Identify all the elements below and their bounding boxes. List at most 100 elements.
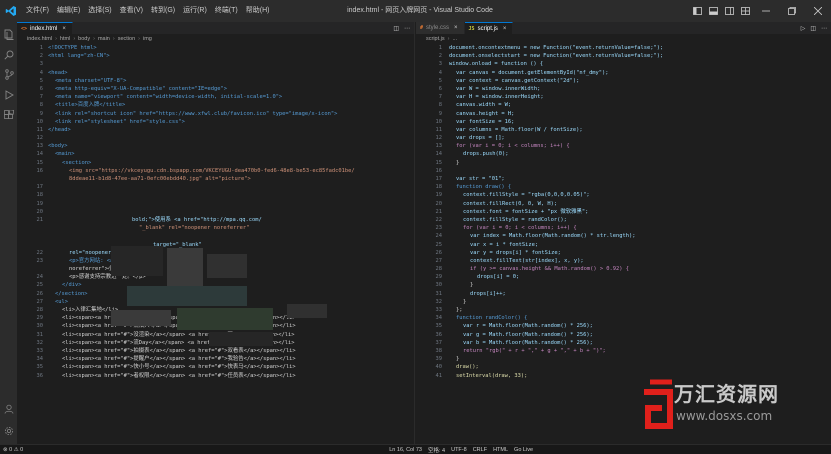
split-editor-icon[interactable]: ◫ — [810, 25, 816, 32]
line-number: 28 — [435, 266, 443, 273]
toggle-panel-icon[interactable] — [707, 0, 719, 22]
code-text: function draw() { — [456, 184, 512, 191]
minimize-icon[interactable] — [753, 0, 779, 22]
line-number: 6 — [39, 85, 43, 92]
code-line: 2 <html lang="zh-CN"> — [17, 52, 414, 60]
code-line: 9 canvas.height = H; — [416, 110, 831, 118]
code-line: 38 return "rgb(" + r + "," + g + "," + b … — [416, 347, 831, 355]
editor-tab[interactable]: JS script.js × — [464, 22, 514, 34]
restore-icon[interactable] — [779, 0, 805, 22]
toggle-secondary-sidebar-icon[interactable] — [723, 0, 735, 22]
status-item[interactable]: UTF-8 — [448, 447, 470, 453]
more-actions-icon[interactable]: ⋯ — [821, 25, 827, 32]
split-editor-icon[interactable]: ◫ — [393, 25, 399, 32]
breadcrumb-right: script.js ›... — [416, 34, 831, 44]
account-icon[interactable] — [0, 400, 17, 417]
code-line: 10 var fontSize = 16; — [416, 118, 831, 126]
code-line: 25 var x = i * fontSize; — [416, 241, 831, 249]
status-item[interactable]: HTML — [490, 447, 511, 453]
code-text: }; — [456, 307, 463, 313]
breadcrumb-item[interactable]: index.html — [27, 36, 52, 42]
line-number: 29 — [36, 315, 44, 322]
line-number: 25 — [36, 282, 44, 289]
line-number: 39 — [435, 356, 443, 363]
code-line: target="_blank" — [17, 241, 414, 249]
line-number: 5 — [438, 77, 442, 84]
breadcrumb-item[interactable]: section — [118, 36, 135, 42]
explorer-icon[interactable] — [0, 26, 17, 43]
run-debug-icon[interactable] — [0, 86, 17, 103]
code-text: var fontSize = 16; — [456, 118, 515, 125]
code-text: var y = drops[i] * fontSize; — [470, 249, 561, 256]
line-number: 4 — [438, 69, 442, 76]
editor-tab[interactable]: # style.css × — [416, 22, 465, 34]
breadcrumb-item[interactable]: body — [78, 36, 90, 42]
code-left[interactable]: 1 <!DOCTYPE html> 2 <html lang="zh-CN"> 3 4 <h… — [17, 44, 414, 444]
pixelated-region — [111, 246, 163, 276]
code-text: var g = Math.floor(Math.random() * 256); — [463, 331, 593, 338]
tab-close-icon[interactable]: × — [454, 25, 458, 31]
tab-close-icon[interactable]: × — [62, 26, 66, 32]
code-text: } — [463, 298, 467, 305]
menu-item[interactable]: 查看(V) — [116, 0, 147, 22]
line-number: 3 — [39, 61, 43, 68]
status-item[interactable]: CRLF — [470, 447, 490, 453]
menu-item[interactable]: 终端(T) — [211, 0, 242, 22]
code-text: <body> — [48, 143, 68, 150]
settings-gear-icon[interactable] — [0, 422, 17, 439]
code-line: 7 <meta name="viewport" content="width=de… — [17, 93, 414, 101]
status-item[interactable]: Ln 16, Col 73 — [386, 447, 425, 453]
menu-item[interactable]: 编辑(E) — [53, 0, 84, 22]
code-line: 27 context.fillText(str[index], x, y); — [416, 257, 831, 265]
code-text: <li><span><a href="#">快小号</a></span> <a … — [62, 364, 296, 371]
menu-item[interactable]: 帮助(H) — [242, 0, 274, 22]
line-number: 3 — [438, 61, 442, 68]
run-code-icon[interactable]: ▷ — [801, 25, 806, 32]
code-line: 17 var str = "01"; — [416, 175, 831, 183]
menu-item[interactable]: 转到(G) — [147, 0, 179, 22]
code-text: <meta http-equiv="X-UA-Compatible" conte… — [55, 85, 228, 92]
customize-layout-icon[interactable] — [739, 0, 751, 22]
breadcrumb-separator-icon: › — [447, 36, 450, 42]
code-text: drops[i] = 0; — [477, 274, 520, 281]
code-line: 16 — [416, 167, 831, 175]
code-text: drops[i]++; — [470, 290, 506, 297]
line-number: 8 — [438, 102, 442, 109]
status-item[interactable]: 空格: 4 — [425, 446, 448, 454]
breadcrumb-item[interactable]: script.js — [426, 36, 445, 42]
status-item[interactable]: ⊗ 0 ⚠ 0 — [0, 447, 26, 453]
code-text: <main> — [55, 151, 75, 158]
breadcrumb-item[interactable]: img — [143, 36, 152, 42]
code-line: 3 window.onload = function () { — [416, 60, 831, 68]
menu-item[interactable]: 文件(F) — [22, 0, 53, 22]
status-item[interactable]: Go Live — [511, 447, 536, 453]
extensions-icon[interactable] — [0, 106, 17, 123]
line-number: 1 — [39, 45, 43, 51]
breadcrumb-left: index.html › html › body › main › section › img — [17, 34, 414, 44]
search-icon[interactable] — [0, 46, 17, 63]
tab-close-icon[interactable]: × — [503, 26, 507, 32]
menu-item[interactable]: 选择(S) — [84, 0, 115, 22]
editor-tab[interactable]: <> index.html × — [17, 22, 73, 34]
toggle-primary-sidebar-icon[interactable] — [691, 0, 703, 22]
breadcrumb-item[interactable]: ... — [452, 36, 457, 42]
code-text: <li><span><a href="#">提醒户</a></span> <a … — [62, 356, 296, 363]
line-number: 24 — [435, 233, 443, 240]
breadcrumb-item[interactable]: main — [98, 36, 110, 42]
line-number: 6 — [438, 85, 442, 92]
code-line: 34 <li><span><a href="#">提醒户</a></span> <… — [17, 355, 414, 363]
left-editor-actions: ◫ ⋯ — [388, 22, 410, 34]
source-control-icon[interactable] — [0, 66, 17, 83]
more-actions-icon[interactable]: ⋯ — [404, 25, 410, 32]
menu-item[interactable]: 运行(R) — [179, 0, 211, 22]
pixelated-region — [111, 310, 171, 326]
line-number: 36 — [36, 372, 44, 379]
line-number: 16 — [36, 167, 44, 174]
close-window-icon[interactable] — [805, 0, 831, 22]
code-text: context.fillStyle = "rgba(0,0,0,0.05)"; — [463, 192, 590, 199]
code-line: 40 draw(); — [416, 363, 831, 371]
breadcrumb-item[interactable]: html — [60, 36, 70, 42]
code-text: <title>百度入牌</title> — [55, 102, 126, 109]
vscode-logo-icon[interactable] — [2, 2, 20, 20]
line-number: 25 — [435, 241, 443, 248]
